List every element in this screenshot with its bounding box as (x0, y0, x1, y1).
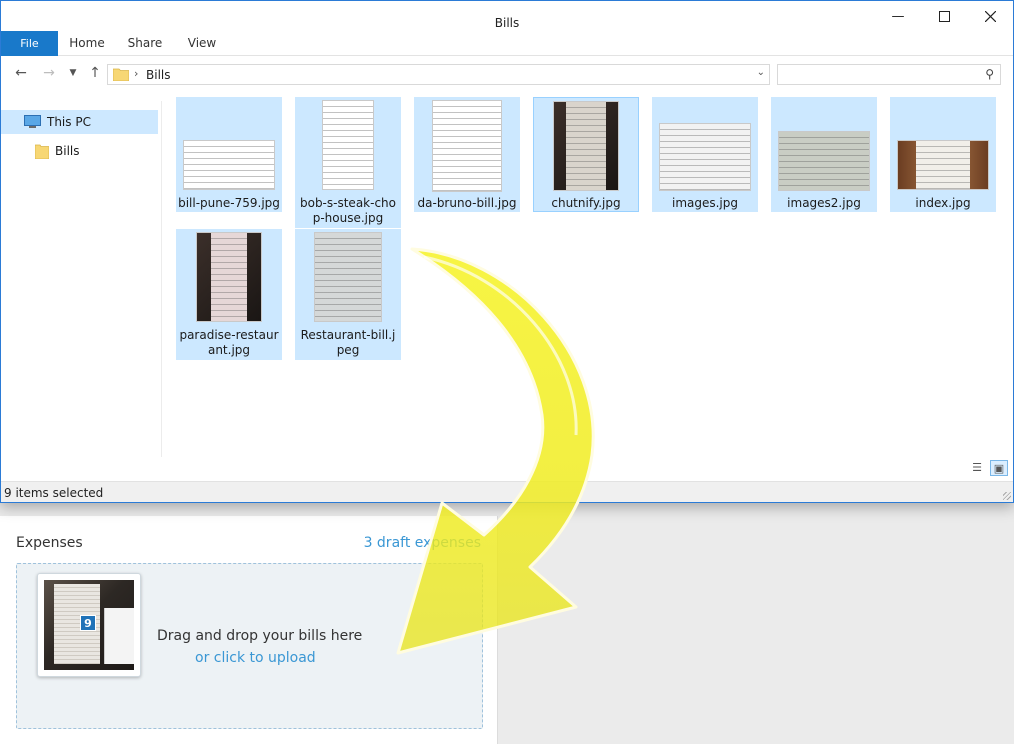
file-item[interactable]: da-bruno-bill.jpg (414, 97, 520, 212)
arrow-right-icon: → (43, 65, 55, 81)
nav-item-this-pc[interactable]: This PC (1, 110, 158, 134)
file-thumbnail (897, 140, 989, 190)
file-name: images2.jpg (787, 196, 861, 210)
details-view-button[interactable]: ☰ (968, 460, 986, 476)
search-icon: ⚲ (985, 67, 994, 81)
file-name: Restaurant-bill.jpeg (300, 328, 396, 357)
close-icon (984, 10, 996, 22)
file-thumbnail (778, 131, 870, 191)
file-item[interactable]: chutnify.jpg (533, 97, 639, 212)
bill-dropzone[interactable]: 9 Drag and drop your bills here or click… (16, 563, 483, 729)
folder-icon (113, 68, 129, 81)
up-button[interactable]: ↑ (85, 63, 105, 83)
address-dropdown-icon[interactable]: ⌄ (757, 67, 765, 78)
window-title: Bills (494, 16, 520, 30)
back-button[interactable]: ← (11, 63, 31, 83)
status-bar: 9 items selected (1, 481, 1013, 502)
tab-home[interactable]: Home (61, 31, 113, 56)
file-item[interactable]: bill-pune-759.jpg (176, 97, 282, 212)
drag-count-badge: 9 (80, 615, 96, 631)
minimize-icon: — (891, 8, 905, 24)
file-thumbnail (322, 100, 374, 190)
dropzone-instruction: Drag and drop your bills here (157, 628, 363, 644)
address-bar[interactable]: › Bills ⌄ (107, 64, 770, 85)
ribbon-tabs: File Home Share View (1, 31, 1013, 56)
dragged-bills-preview: 9 (37, 573, 141, 677)
large-icons-view-button[interactable]: ▣ (990, 460, 1008, 476)
file-list: bill-pune-759.jpg bob-s-steak-chop-house… (162, 90, 1013, 480)
title-bar: Bills — (1, 1, 1013, 31)
file-thumbnail (183, 140, 275, 190)
nav-item-bills[interactable]: Bills (1, 139, 158, 163)
folder-icon (35, 144, 49, 159)
draft-expenses-link[interactable]: 3 draft expenses (364, 535, 481, 551)
file-name: bob-s-steak-chop-house.jpg (299, 196, 396, 225)
tab-share[interactable]: Share (119, 31, 171, 56)
resize-grip-icon[interactable] (1003, 492, 1011, 500)
address-path: Bills (146, 68, 171, 82)
file-item[interactable]: index.jpg (890, 97, 996, 212)
chevron-down-icon: ▼ (69, 68, 77, 78)
file-item[interactable]: Restaurant-bill.jpeg (295, 229, 401, 360)
file-name: index.jpg (915, 196, 971, 210)
file-name: images.jpg (671, 196, 738, 210)
arrow-left-icon: ← (15, 65, 27, 81)
tab-view[interactable]: View (177, 31, 227, 56)
file-item[interactable]: images.jpg (652, 97, 758, 212)
recent-locations-button[interactable]: ▼ (63, 63, 83, 83)
nav-item-label: This PC (47, 115, 91, 129)
nav-item-label: Bills (55, 144, 80, 158)
large-icons-view-icon: ▣ (993, 462, 1005, 475)
file-name: paradise-restaurant.jpg (179, 328, 279, 357)
upload-link[interactable]: or click to upload (195, 650, 316, 666)
selection-status: 9 items selected (4, 486, 104, 500)
file-name: chutnify.jpg (551, 196, 621, 210)
file-name: da-bruno-bill.jpg (417, 196, 517, 210)
file-thumbnail (196, 232, 262, 322)
file-thumbnail (659, 123, 751, 191)
file-item[interactable]: paradise-restaurant.jpg (176, 229, 282, 360)
file-thumbnail (314, 232, 382, 322)
details-view-icon: ☰ (972, 461, 982, 474)
navigation-pane: This PC Bills (1, 101, 159, 481)
maximize-icon (938, 10, 950, 22)
forward-button[interactable]: → (39, 63, 59, 83)
file-item[interactable]: bob-s-steak-chop-house.jpg (295, 97, 401, 228)
computer-icon (24, 115, 41, 128)
tab-file[interactable]: File (1, 31, 58, 56)
file-name: bill-pune-759.jpg (178, 196, 280, 210)
minimize-button[interactable]: — (875, 1, 921, 31)
file-explorer-window: Bills — File Home Share View ← → ▼ ↑ › B… (0, 0, 1014, 503)
view-switcher: ☰ ▣ (968, 460, 1012, 476)
maximize-button[interactable] (921, 1, 967, 31)
navigation-bar: ← → ▼ ↑ › Bills ⌄ ⚲ (1, 57, 1013, 90)
close-button[interactable] (967, 1, 1013, 31)
file-item[interactable]: images2.jpg (771, 97, 877, 212)
expenses-title: Expenses (16, 535, 83, 551)
arrow-up-icon: ↑ (89, 65, 101, 81)
file-thumbnail (432, 100, 502, 192)
breadcrumb-chevron-icon: › (134, 67, 139, 80)
search-box[interactable]: ⚲ (777, 64, 1001, 85)
expenses-panel: Expenses 3 draft expenses 9 Drag and dro… (0, 516, 498, 744)
file-thumbnail (553, 101, 619, 191)
